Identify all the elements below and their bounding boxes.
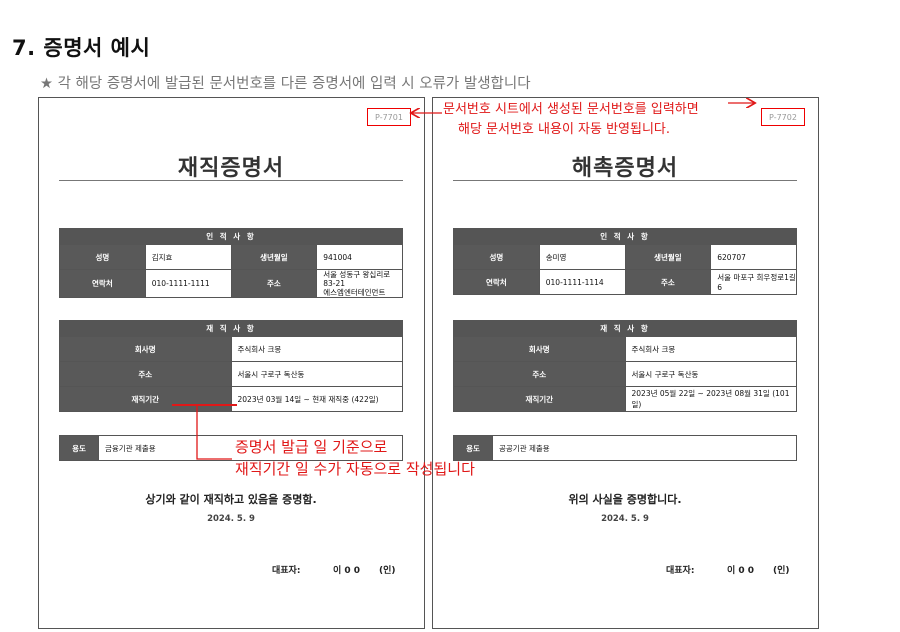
period-connector <box>196 406 232 460</box>
annotation-arrows <box>172 0 900 460</box>
